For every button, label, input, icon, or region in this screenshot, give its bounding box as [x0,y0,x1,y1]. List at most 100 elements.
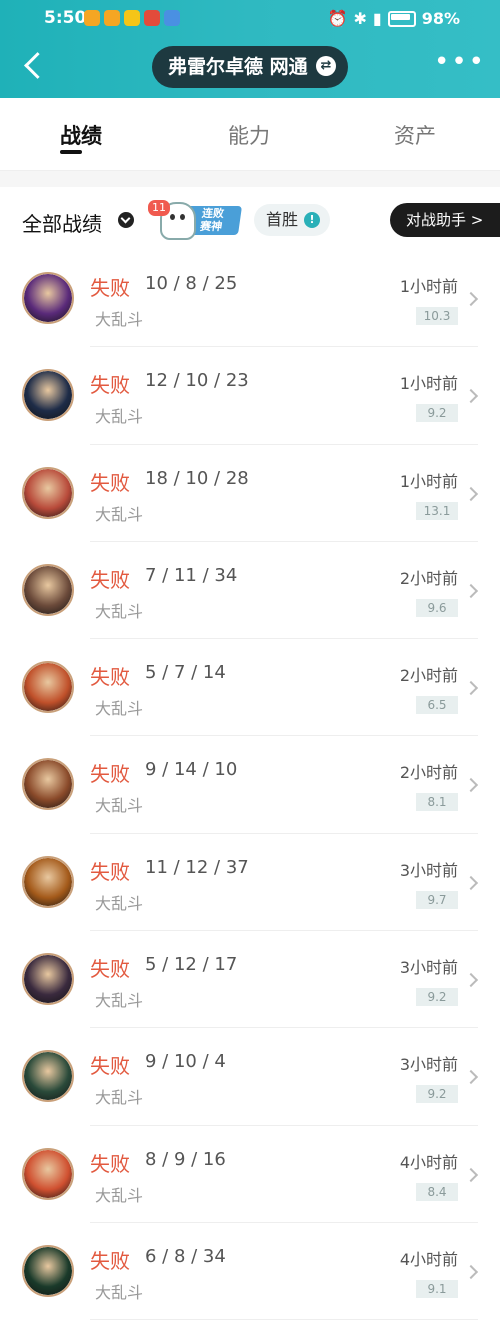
app-notification-icon [124,10,140,26]
match-row[interactable]: 失败 10 / 8 / 25 大乱斗 1小时前 10.3 [0,250,500,348]
more-button[interactable]: ••• [434,49,484,80]
match-time: 1小时前 [399,471,458,491]
chevron-right-icon [463,486,479,501]
match-score: 8.4 [416,1182,458,1201]
match-row[interactable]: 失败 5 / 12 / 17 大乱斗 3小时前 9.2 [0,931,500,1029]
champion-portrait [24,1052,72,1101]
chevron-down-icon[interactable] [118,212,134,228]
alarm-icon: ⏰ [327,9,348,28]
match-kda: 9 / 10 / 4 [145,1051,226,1073]
divider [0,171,500,187]
match-time: 3小时前 [399,958,458,978]
champion-portrait [24,565,72,614]
match-score: 9.6 [416,598,458,617]
match-time: 4小时前 [399,1249,458,1269]
filter-dropdown[interactable]: 全部战绩 [22,208,102,237]
match-kda: 6 / 8 / 34 [145,1245,226,1267]
champion-portrait [24,955,72,1004]
match-mode: 大乱斗 [95,796,144,816]
match-row[interactable]: 失败 18 / 10 / 28 大乱斗 1小时前 13.1 [0,445,500,542]
tab-assets[interactable]: 资产 [394,120,436,150]
match-time: 1小时前 [399,374,458,394]
match-kda: 9 / 14 / 10 [145,759,238,781]
match-mode: 大乱斗 [95,504,144,524]
match-time: 2小时前 [399,568,458,588]
streak-count: 11 [148,200,170,216]
notification-icons [84,10,180,26]
streak-label-line2: 赛神 [199,220,224,233]
match-mode: 大乱斗 [95,991,144,1011]
match-result: 失败 [90,567,130,592]
chevron-right-icon [463,973,479,988]
battle-assistant-button[interactable]: 对战助手 > [390,203,500,237]
champion-portrait [24,663,72,712]
streak-badge[interactable]: 11 连败 赛神 [148,198,243,240]
match-row[interactable]: 失败 5 / 7 / 14 大乱斗 2小时前 6.5 [0,639,500,737]
first-win-button[interactable]: 首胜 ! [254,204,330,236]
tab-ability[interactable]: 能力 [228,120,270,150]
swap-icon: ⇄ [316,56,336,76]
app-notification-icon [164,10,180,26]
status-time: 5:50 [44,8,87,28]
match-result: 失败 [90,1151,130,1176]
match-mode: 大乱斗 [95,1088,144,1108]
match-row[interactable]: 失败 9 / 14 / 10 大乱斗 2小时前 8.1 [0,736,500,834]
chevron-right-icon [463,1167,479,1182]
tab-indicator [60,150,82,154]
chevron-right-icon [463,875,479,890]
champion-portrait [24,274,72,322]
champion-avatar [22,661,74,714]
champion-portrait [24,1149,72,1198]
match-time: 3小时前 [399,1055,458,1075]
chevron-right-icon [463,681,479,696]
battery-icon [387,10,416,27]
match-result: 失败 [90,373,130,398]
match-kda: 5 / 12 / 17 [145,954,238,976]
account-name: 弗雷尔卓德 网通 [168,56,308,78]
champion-portrait [24,371,72,420]
champion-avatar [22,758,74,811]
match-row[interactable]: 失败 7 / 11 / 34 大乱斗 2小时前 9.6 [0,542,500,640]
bluetooth-icon: ✱ [353,9,367,28]
match-score: 6.5 [416,696,458,715]
match-mode: 大乱斗 [95,601,144,621]
match-kda: 5 / 7 / 14 [145,662,226,684]
match-result: 失败 [90,1054,130,1079]
match-time: 1小时前 [399,277,458,296]
match-score: 9.2 [416,404,458,423]
app-notification-icon [144,10,160,26]
match-time: 2小时前 [399,666,458,686]
tab-bar: 战绩 能力 资产 [0,98,500,171]
account-switcher[interactable]: 弗雷尔卓德 网通 ⇄ [152,46,348,88]
match-result: 失败 [90,665,130,690]
match-score: 9.2 [416,1085,458,1104]
match-mode: 大乱斗 [95,310,144,329]
champion-avatar [22,1244,74,1297]
chevron-right-icon [463,583,479,598]
match-row[interactable]: 失败 8 / 9 / 16 大乱斗 4小时前 8.4 [0,1126,500,1223]
champion-avatar [22,1147,74,1200]
match-row[interactable]: 失败 6 / 8 / 34 大乱斗 4小时前 9.1 [0,1223,500,1320]
streak-label-line1: 连败 [201,207,225,220]
match-row[interactable]: 失败 11 / 12 / 37 大乱斗 3小时前 9.7 [0,834,500,932]
champion-avatar [22,953,74,1006]
status-right: ⏰ ✱ ▮ 98% [328,9,460,28]
champion-portrait [24,1246,72,1295]
tab-record[interactable]: 战绩 [60,120,102,150]
match-result: 失败 [90,957,130,982]
match-score: 9.7 [416,890,458,909]
back-button[interactable] [16,46,52,86]
champion-avatar [22,1050,74,1103]
match-result: 失败 [90,470,130,495]
match-mode: 大乱斗 [95,407,144,427]
match-mode: 大乱斗 [95,1282,144,1302]
match-row[interactable]: 失败 12 / 10 / 23 大乱斗 1小时前 9.2 [0,347,500,445]
champion-avatar [22,272,74,324]
champion-avatar [22,563,74,616]
match-result: 失败 [90,859,130,884]
match-mode: 大乱斗 [95,893,144,913]
match-row[interactable]: 失败 9 / 10 / 4 大乱斗 3小时前 9.2 [0,1028,500,1126]
match-score: 8.1 [416,793,458,812]
match-kda: 12 / 10 / 23 [145,370,249,392]
chevron-right-icon [463,1264,479,1280]
